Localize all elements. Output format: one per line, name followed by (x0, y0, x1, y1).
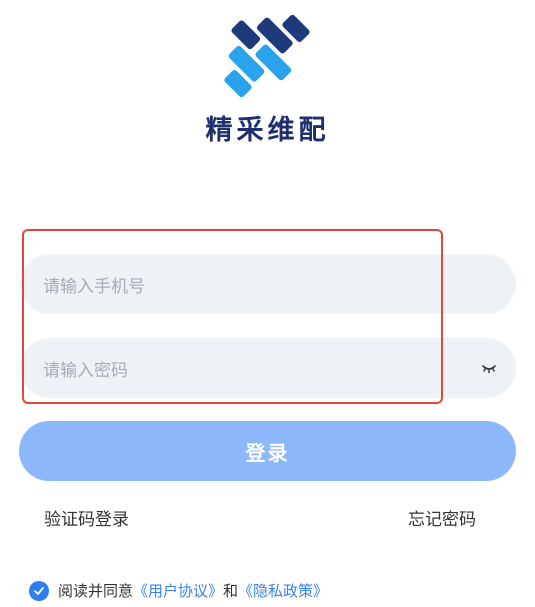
agreement-row: 阅读并同意 《用户协议》 和 《隐私政策》 (29, 580, 328, 601)
privacy-policy-link[interactable]: 《隐私政策》 (238, 580, 328, 601)
phone-input[interactable]: 请输入手机号 (20, 254, 516, 314)
forgot-password-link[interactable]: 忘记密码 (408, 505, 476, 530)
agreement-prefix: 阅读并同意 (58, 582, 134, 600)
user-agreement-link[interactable]: 《用户协议》 (133, 580, 223, 601)
password-placeholder: 请输入密码 (43, 360, 128, 381)
checkbox-checked-icon[interactable] (29, 580, 49, 601)
app-logo (224, 14, 310, 98)
login-button[interactable]: 登录 (19, 421, 516, 481)
password-input[interactable]: 请输入密码 (20, 338, 516, 398)
sms-login-link[interactable]: 验证码登录 (44, 505, 129, 530)
agreement-conjunction: 和 (223, 582, 239, 600)
app-name: 精采维配 (205, 115, 330, 146)
phone-placeholder: 请输入手机号 (43, 276, 145, 297)
eye-closed-icon[interactable] (480, 359, 498, 377)
login-page: 精采维配 请输入手机号 请输入密码 登录 验证码登录 忘记密码 阅读并同意 《用… (0, 0, 535, 607)
